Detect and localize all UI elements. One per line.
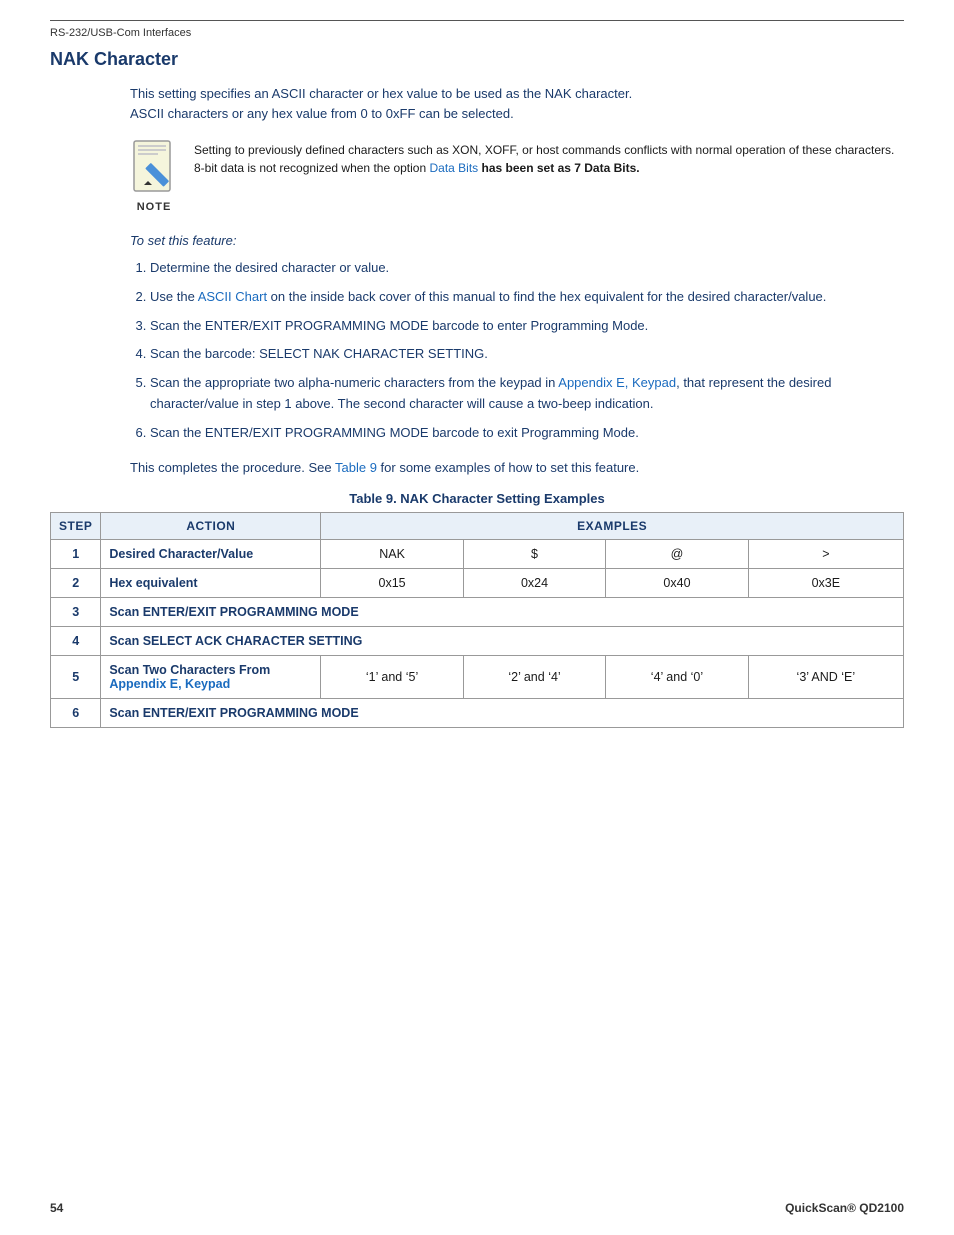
intro-line-1: This setting specifies an ASCII characte…: [130, 86, 632, 101]
table9-link[interactable]: Table 9: [335, 460, 377, 475]
table-row: 1 Desired Character/Value NAK $ @ >: [51, 539, 904, 568]
note-label: NOTE: [137, 201, 172, 213]
table-row: 6 Scan ENTER/EXIT PROGRAMMING MODE: [51, 698, 904, 727]
action-cell-4: Scan SELECT ACK CHARACTER SETTING: [101, 626, 904, 655]
action-cell-6: Scan ENTER/EXIT PROGRAMMING MODE: [101, 698, 904, 727]
example-5-4: ‘3’ AND ‘E’: [748, 655, 903, 698]
action-cell-5: Scan Two Characters From Appendix E, Key…: [101, 655, 321, 698]
steps-list: Determine the desired character or value…: [130, 258, 904, 444]
example-5-3: ‘4’ and ‘0’: [606, 655, 748, 698]
step-num-5: 5: [51, 655, 101, 698]
ascii-chart-link[interactable]: ASCII Chart: [198, 289, 267, 304]
data-bits-link[interactable]: Data Bits: [430, 161, 479, 175]
footer: 54 QuickScan® QD2100: [50, 1201, 904, 1215]
step-4: Scan the barcode: SELECT NAK CHARACTER S…: [150, 344, 904, 365]
note-icon: [130, 139, 178, 197]
intro-line-2: ASCII characters or any hex value from 0…: [130, 106, 514, 121]
example-2-4: 0x3E: [748, 568, 903, 597]
to-set-label: To set this feature:: [130, 233, 904, 248]
section-title: NAK Character: [50, 49, 904, 70]
step-num-4: 4: [51, 626, 101, 655]
breadcrumb: RS-232/USB-Com Interfaces: [50, 27, 904, 39]
step-num-6: 6: [51, 698, 101, 727]
example-1-2: $: [463, 539, 605, 568]
example-2-1: 0x15: [321, 568, 463, 597]
nak-character-table: STEP ACTION EXAMPLES 1 Desired Character…: [50, 512, 904, 728]
col-header-examples: EXAMPLES: [321, 512, 904, 539]
product-name: QuickScan® QD2100: [785, 1201, 904, 1215]
step-num-1: 1: [51, 539, 101, 568]
table-row: 3 Scan ENTER/EXIT PROGRAMMING MODE: [51, 597, 904, 626]
appendix-e-table-link[interactable]: Appendix E, Keypad: [109, 677, 230, 691]
completion-text: This completes the procedure. See Table …: [130, 460, 904, 475]
action-cell-1: Desired Character/Value: [101, 539, 321, 568]
note-box: NOTE Setting to previously defined chara…: [130, 139, 904, 213]
col-header-step: STEP: [51, 512, 101, 539]
table-row: 4 Scan SELECT ACK CHARACTER SETTING: [51, 626, 904, 655]
step-6: Scan the ENTER/EXIT PROGRAMMING MODE bar…: [150, 423, 904, 444]
step-1: Determine the desired character or value…: [150, 258, 904, 279]
table-row: 2 Hex equivalent 0x15 0x24 0x40 0x3E: [51, 568, 904, 597]
example-5-1: ‘1’ and ‘5’: [321, 655, 463, 698]
col-header-action: ACTION: [101, 512, 321, 539]
note-icon-container: NOTE: [130, 139, 178, 213]
top-rule: [50, 20, 904, 21]
table-title: Table 9. NAK Character Setting Examples: [50, 491, 904, 506]
step-num-3: 3: [51, 597, 101, 626]
step-num-2: 2: [51, 568, 101, 597]
appendix-e-link[interactable]: Appendix E, Keypad: [558, 375, 676, 390]
example-2-2: 0x24: [463, 568, 605, 597]
example-1-3: @: [606, 539, 748, 568]
page-number: 54: [50, 1201, 63, 1215]
step-2: Use the ASCII Chart on the inside back c…: [150, 287, 904, 308]
action-cell-2: Hex equivalent: [101, 568, 321, 597]
step-3: Scan the ENTER/EXIT PROGRAMMING MODE bar…: [150, 316, 904, 337]
intro-text: This setting specifies an ASCII characte…: [130, 84, 904, 123]
example-2-3: 0x40: [606, 568, 748, 597]
note-text: Setting to previously defined characters…: [194, 139, 904, 177]
example-5-2: ‘2’ and ‘4’: [463, 655, 605, 698]
table-row: 5 Scan Two Characters From Appendix E, K…: [51, 655, 904, 698]
example-1-4: >: [748, 539, 903, 568]
step-5: Scan the appropriate two alpha-numeric c…: [150, 373, 904, 415]
action-cell-3: Scan ENTER/EXIT PROGRAMMING MODE: [101, 597, 904, 626]
example-1-1: NAK: [321, 539, 463, 568]
